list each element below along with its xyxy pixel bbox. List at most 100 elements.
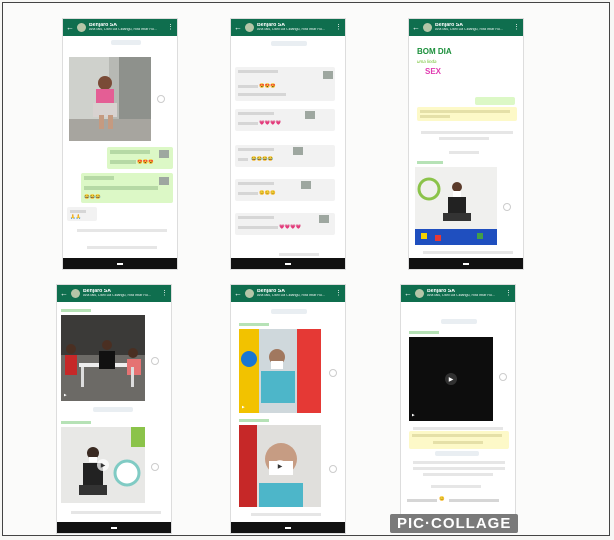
incoming-message: 😂😂😂😂 bbox=[235, 145, 335, 167]
outgoing-message: 😂😂😂 bbox=[81, 173, 173, 203]
forward-icon[interactable] bbox=[329, 465, 337, 473]
video-dark-message[interactable]: ▶ ▶ bbox=[409, 337, 493, 421]
system-message bbox=[271, 309, 307, 314]
back-arrow-icon[interactable]: ← bbox=[66, 23, 74, 32]
sticker-thumbnail bbox=[305, 111, 315, 119]
avatar[interactable] bbox=[71, 289, 80, 298]
video-teacher-thumbnail bbox=[239, 329, 321, 413]
sender-name bbox=[239, 323, 269, 326]
chat-screenshot-1: ← Benjaro SA Ana Ialu, Dani Da Cidangu, … bbox=[62, 18, 178, 270]
forward-icon[interactable] bbox=[151, 463, 159, 471]
chat-header-info[interactable]: Benjaro SA Ana Ialu, Dani Da Cidangu, Ri… bbox=[89, 23, 164, 32]
more-options-icon[interactable]: ⋮ bbox=[161, 290, 168, 297]
back-arrow-icon[interactable]: ← bbox=[404, 289, 412, 298]
avatar[interactable] bbox=[245, 289, 254, 298]
play-icon[interactable]: ▶ bbox=[445, 373, 457, 385]
play-icon[interactable]: ▶ bbox=[97, 459, 109, 471]
more-options-icon[interactable]: ⋮ bbox=[505, 290, 512, 297]
sender-name bbox=[61, 421, 91, 424]
caption-text bbox=[71, 511, 161, 514]
caption-text bbox=[413, 461, 505, 464]
sticker-thumbnail bbox=[159, 177, 169, 185]
emoji-reaction: 💗💗💗💗 bbox=[259, 120, 282, 125]
more-options-icon[interactable]: ⋮ bbox=[167, 24, 174, 31]
home-indicator-icon[interactable] bbox=[117, 262, 123, 265]
video-duration: ▶ bbox=[412, 413, 415, 417]
sticker-thumbnail bbox=[293, 147, 303, 155]
video-man-message[interactable]: ▶ bbox=[61, 427, 145, 503]
phone-nav-bar[interactable] bbox=[57, 522, 171, 533]
more-options-icon[interactable]: ⋮ bbox=[335, 290, 342, 297]
emoji-reaction: 😂😂😂😂 bbox=[251, 156, 274, 161]
incoming-message: 😊😊😊 bbox=[235, 179, 335, 201]
home-indicator-icon[interactable] bbox=[285, 262, 291, 265]
home-indicator-icon[interactable] bbox=[111, 526, 117, 529]
outgoing-message bbox=[475, 97, 515, 105]
incoming-message: 💗💗💗💗 bbox=[235, 213, 335, 235]
chat-header-info[interactable]: Benjaro SA Ana Ialu, Dani Da Cidangu, Ri… bbox=[257, 289, 332, 298]
forward-icon[interactable] bbox=[503, 203, 511, 211]
home-indicator-icon[interactable] bbox=[285, 526, 291, 529]
chat-header-info[interactable]: Benjaro SA Ana Ialu, Dani Da Cidangu, Ri… bbox=[83, 289, 158, 298]
forward-icon[interactable] bbox=[329, 369, 337, 377]
caption-text bbox=[407, 499, 437, 502]
sticker-thumbnail bbox=[159, 150, 169, 158]
back-arrow-icon[interactable]: ← bbox=[60, 289, 68, 298]
phone-nav-bar[interactable] bbox=[231, 258, 345, 269]
forward-icon[interactable] bbox=[151, 357, 159, 365]
more-options-icon[interactable]: ⋮ bbox=[335, 24, 342, 31]
caption-text bbox=[413, 427, 503, 430]
greeting-line-1: BOM DIA bbox=[417, 47, 452, 56]
home-indicator-icon[interactable] bbox=[463, 262, 469, 265]
video-teacher-message[interactable]: ▶ bbox=[239, 329, 321, 413]
forward-icon[interactable] bbox=[157, 95, 165, 103]
photo-child-message[interactable] bbox=[69, 57, 151, 141]
contact-subtitle: Ana Ialu, Dani Da Cidangu, Rita Irbar Ru… bbox=[435, 28, 503, 32]
sender-name bbox=[61, 309, 91, 312]
phone-nav-bar[interactable] bbox=[409, 258, 523, 269]
caption-text bbox=[251, 513, 321, 516]
play-icon[interactable]: ▶ bbox=[274, 460, 286, 472]
chat-header-info[interactable]: Benjaro SA Ana Ialu, Dani Da Cidangu, Ri… bbox=[257, 23, 332, 32]
avatar[interactable] bbox=[423, 23, 432, 32]
incoming-message bbox=[417, 107, 517, 121]
emoji-reaction: 😊 bbox=[439, 496, 445, 501]
contact-subtitle: Ana Ialu, Dani Da Cidangu, Rita Irbar Ru… bbox=[257, 294, 325, 298]
caption-text bbox=[449, 151, 479, 154]
more-options-icon[interactable]: ⋮ bbox=[513, 24, 520, 31]
video-group-thumbnail bbox=[61, 315, 145, 401]
video-man-selfie-message[interactable]: ▶ bbox=[239, 425, 321, 507]
contact-subtitle: Ana Ialu, Dani Da Cidangu, Rita Irbar Ru… bbox=[257, 28, 325, 32]
chat-screenshot-6: ← Benjaro SA Ana Ialu, Dani Da Cidangu, … bbox=[400, 284, 516, 516]
sticker-thumbnail bbox=[323, 71, 333, 79]
caption-text bbox=[87, 246, 157, 249]
avatar[interactable] bbox=[245, 23, 254, 32]
caption-text bbox=[439, 137, 489, 140]
back-arrow-icon[interactable]: ← bbox=[412, 23, 420, 32]
video-duration: ▶ bbox=[64, 393, 67, 397]
avatar[interactable] bbox=[415, 289, 424, 298]
avatar[interactable] bbox=[77, 23, 86, 32]
sender-name bbox=[409, 331, 439, 334]
back-arrow-icon[interactable]: ← bbox=[234, 23, 242, 32]
pic-collage-watermark: PIC·COLLAGE bbox=[390, 514, 519, 533]
phone-nav-bar[interactable] bbox=[63, 258, 177, 269]
photo-woman-seated-message[interactable] bbox=[415, 167, 497, 245]
phone-nav-bar[interactable] bbox=[231, 522, 345, 533]
back-arrow-icon[interactable]: ← bbox=[234, 289, 242, 298]
photo-child-image bbox=[69, 57, 151, 141]
greeting-image-message[interactable]: BOM DIA uma linda SEX bbox=[415, 45, 465, 89]
forward-icon[interactable] bbox=[499, 373, 507, 381]
caption-text bbox=[279, 253, 319, 256]
chat-header-info[interactable]: Benjaro SA Ana Ialu, Dani Da Cidangu, Ri… bbox=[435, 23, 510, 32]
sender-name bbox=[417, 161, 443, 164]
contact-subtitle: Ana Ialu, Dani Da Cidangu, Rita Irbar Ru… bbox=[89, 28, 157, 32]
photo-woman-seated-image bbox=[415, 167, 497, 245]
emoji-reaction: 😊😊😊 bbox=[259, 190, 276, 195]
chat-header: ← Benjaro SA Ana Ialu, Dani Da Cidangu, … bbox=[231, 285, 345, 302]
chat-header-info[interactable]: Benjaro SA Ana Ialu, Dani Da Cidangu, Ri… bbox=[427, 289, 502, 298]
greeting-line-2: uma linda bbox=[417, 59, 437, 64]
video-group-message[interactable]: ▶ bbox=[61, 315, 145, 401]
sender-name bbox=[239, 419, 269, 422]
caption-text bbox=[449, 499, 499, 502]
